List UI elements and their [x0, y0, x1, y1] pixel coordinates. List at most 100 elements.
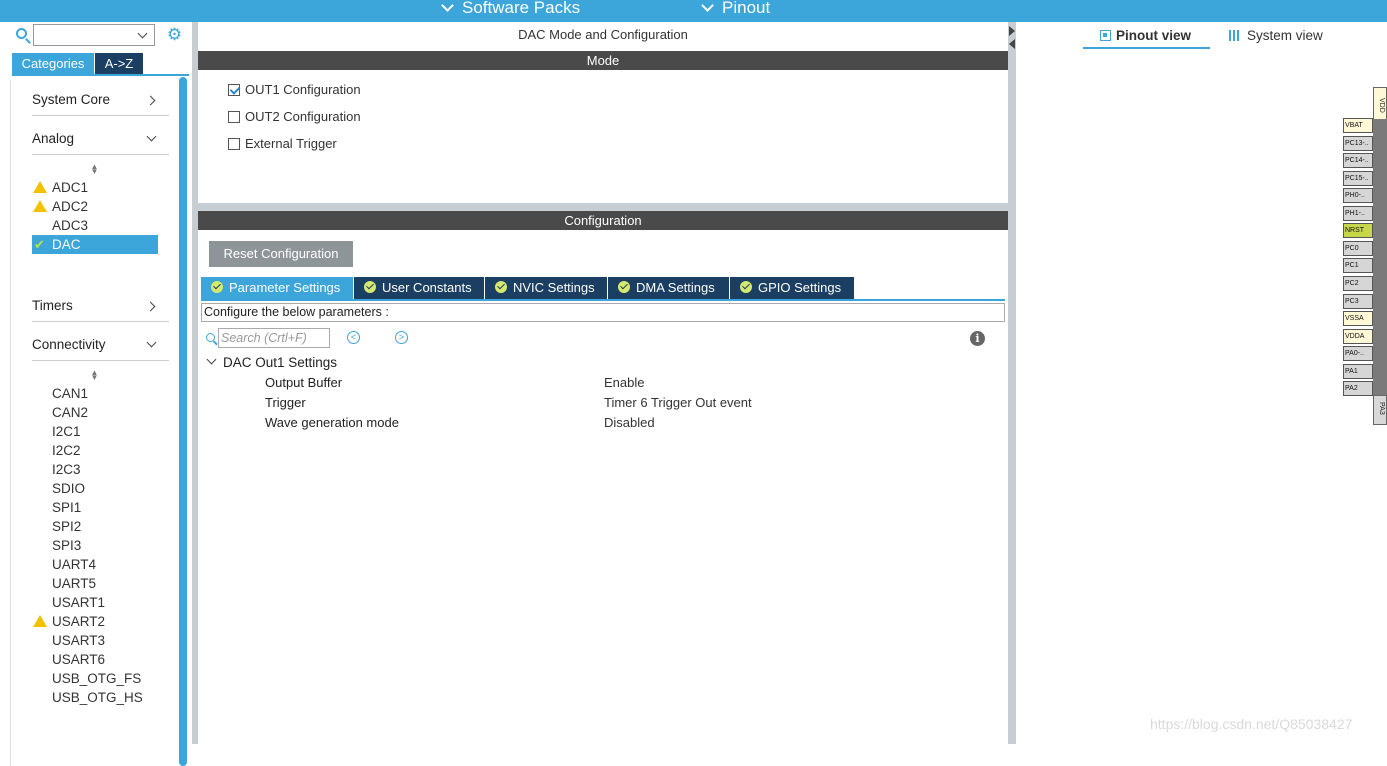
pin[interactable]: PC3	[1343, 293, 1373, 309]
group-dac-out1-settings[interactable]: DAC Out1 Settings	[223, 355, 337, 370]
param-name-wave-generation: Wave generation mode	[265, 415, 399, 430]
pin[interactable]: PA0-..	[1343, 346, 1373, 362]
next-result-icon[interactable]: >	[395, 331, 408, 344]
pin[interactable]: VBAT	[1343, 118, 1373, 133]
list-item[interactable]: UART5	[52, 574, 96, 593]
tab-label: GPIO Settings	[758, 280, 842, 295]
category-connectivity[interactable]: Connectivity	[32, 337, 169, 361]
pin[interactable]: PC0	[1343, 240, 1373, 256]
pin[interactable]: VSSA	[1343, 311, 1373, 327]
item-label: DAC	[52, 237, 81, 252]
list-item[interactable]: UART4	[52, 555, 96, 574]
tab-pinout-view[interactable]: Pinout view	[1100, 28, 1191, 43]
list-item[interactable]: SPI1	[52, 498, 81, 517]
item-label: USB_OTG_FS	[52, 671, 142, 686]
pinout-menu[interactable]: Pinout	[701, 0, 770, 18]
pin[interactable]: PC14-..	[1343, 153, 1373, 169]
pin-bottom[interactable]: PA3	[1373, 395, 1387, 425]
pin[interactable]: PA2	[1343, 381, 1373, 397]
item-label: ADC3	[52, 218, 89, 233]
reset-configuration-button[interactable]: Reset Configuration	[209, 241, 353, 267]
previous-result-icon[interactable]: <	[347, 331, 360, 344]
param-value-output-buffer[interactable]: Enable	[604, 375, 644, 390]
list-item[interactable]: SPI3	[52, 536, 81, 555]
pin[interactable]: PH1-..	[1343, 205, 1373, 221]
category-system-core[interactable]: System Core	[32, 92, 169, 116]
pin[interactable]: PC2	[1343, 275, 1373, 291]
tab-nvic-settings[interactable]: NVIC Settings	[485, 277, 607, 299]
category-label: Connectivity	[32, 337, 106, 352]
pin[interactable]: PC15-..	[1343, 170, 1373, 186]
pin[interactable]: VDDA	[1343, 328, 1373, 344]
parameter-search-input[interactable]: Search (Crtl+F)	[218, 328, 330, 348]
tab-label: User Constants	[382, 280, 472, 295]
chip-icon	[1100, 30, 1111, 41]
pinout-panel: Pinout view System view VDD PA3 VBAT PC13…	[1016, 22, 1387, 744]
chevron-down-icon[interactable]	[206, 354, 217, 365]
pin[interactable]: PC1	[1343, 258, 1373, 274]
param-value-trigger[interactable]: Timer 6 Trigger Out event	[604, 395, 752, 410]
list-item[interactable]: I2C2	[52, 441, 81, 460]
scrollbar[interactable]	[179, 77, 187, 766]
search-icon[interactable]	[16, 28, 27, 39]
tab-underline	[1083, 47, 1210, 49]
tab-system-view[interactable]: System view	[1229, 28, 1323, 43]
gear-icon[interactable]: ⚙	[166, 26, 183, 43]
tab-gpio-settings[interactable]: GPIO Settings	[730, 277, 854, 299]
list-item[interactable]: I2C1	[52, 422, 81, 441]
list-item[interactable]: USB_OTG_FS	[52, 669, 141, 688]
list-item-adc1[interactable]: ADC1	[33, 178, 89, 197]
collapse-left-icon[interactable]	[1009, 39, 1015, 49]
out2-checkbox[interactable]	[228, 111, 240, 123]
tab-label: Parameter Settings	[229, 280, 341, 295]
info-icon[interactable]: i	[970, 331, 985, 346]
tab-categories[interactable]: Categories	[12, 53, 94, 74]
item-label: SPI2	[52, 519, 82, 534]
tab-user-constants[interactable]: User Constants	[354, 277, 484, 299]
pin[interactable]: PC13-..	[1343, 135, 1373, 151]
list-item[interactable]: SDIO	[52, 479, 85, 498]
collapse-right-icon[interactable]	[1009, 26, 1015, 36]
external-trigger-checkbox[interactable]	[228, 138, 240, 150]
item-label: I2C1	[52, 424, 81, 439]
item-label: ADC1	[52, 180, 89, 195]
category-search-combo[interactable]	[33, 24, 155, 46]
list-item[interactable]: I2C3	[52, 460, 81, 479]
list-item[interactable]: USART6	[52, 650, 105, 669]
list-item[interactable]: CAN2	[52, 403, 88, 422]
sort-icon[interactable]: ▲ ▼	[90, 369, 99, 382]
category-analog[interactable]: Analog	[32, 131, 169, 155]
out1-label: OUT1 Configuration	[245, 82, 361, 97]
top-toolbar: Software Packs Pinout	[0, 0, 1387, 22]
list-item-adc3[interactable]: ADC3	[52, 216, 88, 235]
configure-description: Configure the below parameters :	[201, 303, 1005, 322]
tab-dma-settings[interactable]: DMA Settings	[608, 277, 729, 299]
category-timers[interactable]: Timers	[32, 298, 169, 322]
tab-a-to-z[interactable]: A->Z	[95, 53, 143, 74]
sort-icon[interactable]: ▲ ▼	[90, 163, 99, 176]
list-item[interactable]: SPI2	[52, 517, 81, 536]
watermark: https://blog.csdn.net/Q85038427	[1150, 716, 1353, 732]
software-packs-menu[interactable]: Software Packs	[441, 0, 580, 18]
out1-checkbox[interactable]	[228, 84, 240, 96]
tab-parameter-settings[interactable]: Parameter Settings	[201, 277, 353, 299]
list-item-dac[interactable]: ✔ DAC	[32, 235, 158, 254]
chevron-down-icon	[441, 0, 454, 12]
list-item[interactable]: CAN1	[52, 384, 88, 403]
pin[interactable]: PH0-..	[1343, 188, 1373, 204]
list-item[interactable]: USART2	[33, 612, 105, 631]
warning-icon	[33, 200, 47, 212]
list-item[interactable]: USB_OTG_HS	[52, 688, 143, 707]
category-label: Analog	[32, 131, 75, 146]
pin-top[interactable]: VDD	[1373, 87, 1387, 120]
param-value-wave-generation[interactable]: Disabled	[604, 415, 655, 430]
list-item[interactable]: USART3	[52, 631, 105, 650]
splitter[interactable]	[1008, 22, 1016, 744]
item-label: I2C3	[52, 462, 81, 477]
pin[interactable]: NRST	[1343, 223, 1373, 239]
list-item-adc2[interactable]: ADC2	[33, 197, 88, 216]
pin-label: VDD	[1378, 98, 1385, 113]
item-label: SPI3	[52, 538, 82, 553]
pin[interactable]: PA1	[1343, 363, 1373, 379]
list-item[interactable]: USART1	[52, 593, 105, 612]
